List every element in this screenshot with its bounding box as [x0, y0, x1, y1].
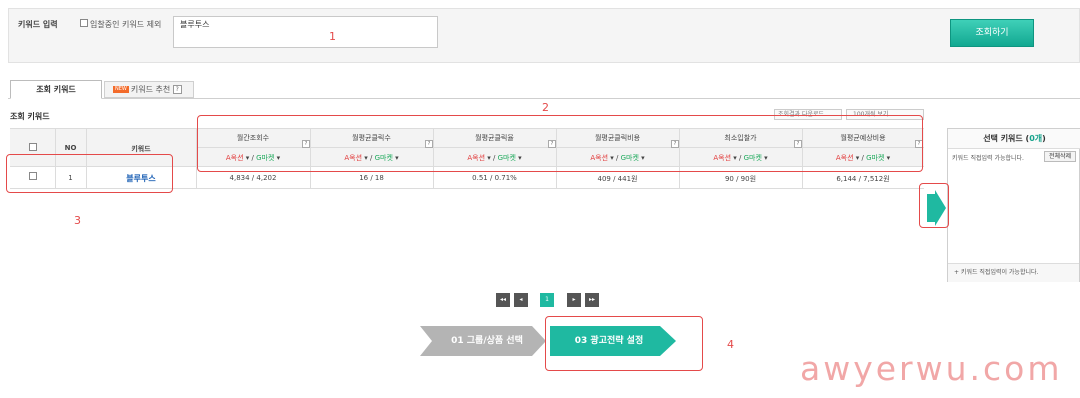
tab-keyword-recommend[interactable]: NEW 키워드 추천 ?: [104, 81, 194, 98]
keyword-input-label: 키워드 입력: [18, 20, 58, 29]
tab-keyword-recommend-label: 키워드 추천: [130, 85, 171, 94]
new-badge: NEW: [113, 86, 129, 93]
search-button[interactable]: 조회하기: [950, 19, 1034, 47]
page-next-button[interactable]: ▸: [567, 293, 581, 307]
row-value: 90 / 90원: [724, 175, 757, 183]
annotation-number-3: 3: [74, 214, 81, 227]
keyword-textarea[interactable]: 블루투스: [173, 16, 438, 48]
page-current[interactable]: 1: [540, 293, 554, 307]
row-value: 409 / 441원: [597, 175, 638, 183]
row-value: 6,144 / 7,512원: [836, 175, 890, 183]
col-header-keyword: 키워드: [131, 145, 151, 153]
page-first-button[interactable]: ◂◂: [496, 293, 510, 307]
annotation-box-row: [6, 154, 173, 193]
row-value: 0.51 / 0.71%: [472, 174, 517, 182]
selected-keywords-title: 선택 키워드 (0개): [948, 129, 1080, 149]
col-header-no: NO: [64, 144, 77, 152]
search-panel: [8, 8, 1080, 63]
selected-title-text: 선택 키워드 (: [983, 134, 1030, 143]
annotation-number-2: 2: [542, 101, 549, 114]
clear-all-button[interactable]: 전체삭제: [1044, 151, 1076, 162]
exclude-bidding-label: 입찰중인 키워드 제외: [90, 20, 162, 29]
page-last-button[interactable]: ▸▸: [585, 293, 599, 307]
watermark: awyerwu.com: [800, 349, 1063, 388]
annotation-number-1: 1: [329, 30, 336, 43]
selected-count: 0개: [1029, 134, 1043, 143]
annotation-box-step: [545, 316, 703, 371]
step-select-group-button[interactable]: 01 그룹/상품 선택: [420, 326, 546, 356]
annotation-box-arrow: [919, 183, 949, 228]
direct-input-footer[interactable]: + 키워드 직접입력이 가능합니다.: [948, 263, 1079, 282]
tab-divider: [8, 98, 1080, 99]
step-select-group-label: 01 그룹/상품 선택: [451, 336, 523, 346]
tab-query-keywords[interactable]: 조회 키워드: [10, 80, 102, 99]
section-title: 조회 키워드: [10, 112, 50, 121]
row-value: 4,834 / 4,202: [229, 174, 277, 182]
row-value: 16 / 18: [359, 174, 384, 182]
selected-keywords-panel: 선택 키워드 (0개) 키워드 직접입력 가능합니다. 전체삭제 + 키워드 직…: [947, 128, 1080, 282]
page-prev-button[interactable]: ◂: [514, 293, 528, 307]
annotation-number-4: 4: [727, 338, 734, 351]
direct-input-hint[interactable]: 키워드 직접입력 가능합니다.: [952, 153, 1024, 162]
exclude-bidding-checkbox[interactable]: [80, 19, 88, 27]
selected-title-close: ): [1042, 134, 1046, 143]
annotation-box-metrics: [197, 115, 923, 172]
help-icon[interactable]: ?: [172, 85, 182, 94]
select-all-checkbox[interactable]: [29, 143, 37, 151]
